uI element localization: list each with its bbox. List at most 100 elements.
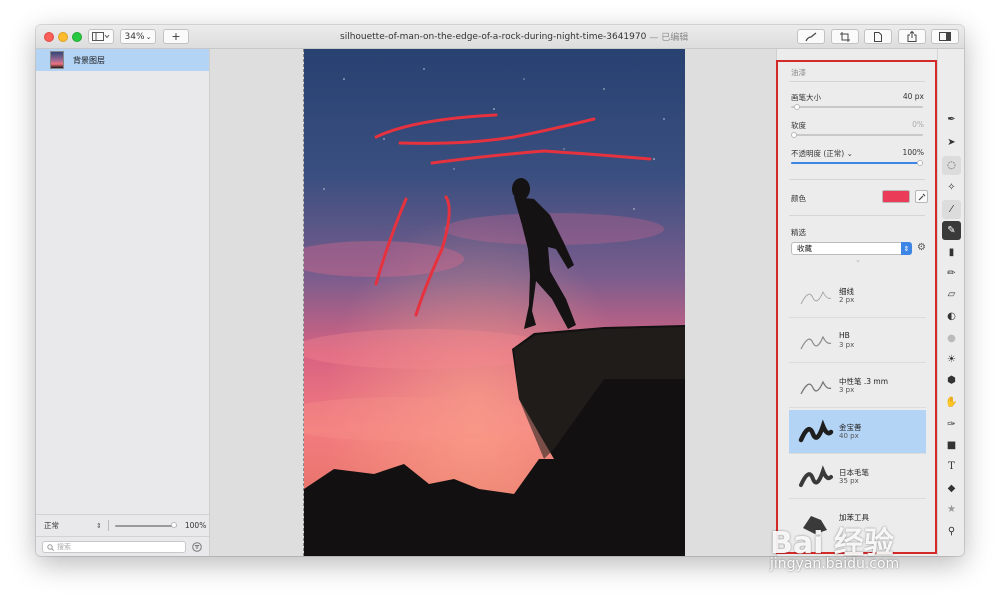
inspector-panel-icon [939, 32, 951, 41]
softness-label: 软度 [791, 121, 806, 130]
tools-bar: ✒ ➤ ◌ ✧ ⁄ ✎ ▮ ✏ ▱ ◐ ● ☀ ⬢ ✋ ✑ ■ T ◆ ★ ⚲ [937, 49, 964, 556]
zoom-level-value: 34% [124, 31, 145, 42]
edited-status: — 已编辑 [649, 33, 689, 43]
layer-opacity-slider[interactable] [114, 521, 177, 530]
brush-size-value[interactable]: 40 px [903, 92, 924, 101]
document-icon [874, 31, 882, 42]
color-label: 颜色 [791, 194, 806, 203]
eyedropper-icon [918, 193, 925, 200]
presets-select-value: 收藏 [797, 244, 812, 253]
paint-brush-icon[interactable]: ✎ [942, 221, 961, 240]
brush-size: 35 px [839, 477, 859, 485]
slider-knob[interactable] [793, 104, 800, 110]
lasso-select-icon[interactable]: ◌ [942, 156, 961, 175]
brush-preview-icon [800, 335, 832, 350]
rectangle-shape-icon[interactable]: ■ [942, 436, 961, 455]
opacity-value[interactable]: 100% [903, 148, 924, 157]
gear-icon[interactable]: ⚙ [917, 242, 926, 253]
layer-search-input[interactable]: 搜索 [42, 541, 186, 553]
hexagon-shape-icon[interactable]: ⬢ [942, 371, 961, 390]
pointer-icon[interactable]: ➤ [942, 133, 961, 152]
brush-size: 2 px [839, 296, 855, 304]
brush-size: 3 px [839, 341, 855, 349]
brush-item[interactable]: HB 3 px [789, 319, 926, 363]
shapes-icon[interactable]: ◆ [942, 479, 961, 498]
star-icon[interactable]: ★ [942, 500, 961, 519]
vector-pen-icon[interactable]: ✑ [942, 415, 961, 434]
eraser-icon[interactable]: ▱ [942, 285, 961, 304]
search-placeholder: 搜索 [57, 543, 71, 551]
brush-size-slider[interactable] [791, 104, 923, 110]
divider [789, 81, 925, 82]
clone-stamp-icon[interactable]: ◐ [942, 307, 961, 326]
document-name: silhouette-of-man-on-the-edge-of-a-rock-… [340, 31, 647, 42]
document-button[interactable] [864, 29, 892, 44]
slider-fill [791, 162, 923, 164]
softness-value[interactable]: 0% [912, 120, 924, 129]
paint-bucket-icon[interactable]: ▮ [942, 243, 961, 262]
opacity-slider[interactable] [791, 160, 923, 166]
stepper-arrows-icon[interactable]: ⇕ [96, 522, 102, 530]
layer-opacity-value: 100% [184, 521, 207, 530]
zoom-level-dropdown[interactable]: 34% ⌄ [120, 29, 156, 44]
brush-markup-icon [805, 32, 817, 41]
pen-nib-icon[interactable]: ✒ [942, 110, 961, 129]
app-window: 34% ⌄ + silhouette-of-man-on-the-edge-of… [36, 25, 964, 556]
pencil-icon[interactable]: ✏ [942, 264, 961, 283]
close-window-button[interactable] [44, 32, 54, 42]
divider [789, 179, 925, 180]
slider-track [114, 524, 177, 527]
blend-mode-select[interactable]: 正常 [44, 520, 94, 531]
magic-wand-icon[interactable]: ✧ [942, 178, 961, 197]
burn-hand-icon[interactable]: ✋ [942, 393, 961, 412]
brush-item[interactable]: 加苯工具 [789, 500, 926, 544]
slider-knob[interactable] [917, 160, 923, 166]
presets-label: 精选 [791, 228, 806, 237]
brush-preview-icon [800, 291, 832, 305]
eyedropper-icon[interactable]: ⁄ [942, 200, 961, 219]
zoom-window-button[interactable] [72, 32, 82, 42]
minimize-window-button[interactable] [58, 32, 68, 42]
add-button[interactable]: + [163, 29, 189, 44]
inspector-toggle-button[interactable] [931, 29, 959, 44]
presets-select[interactable]: 收藏 ⇕ [791, 242, 912, 255]
brush-item-selected[interactable]: 金宝善 40 px [789, 410, 926, 454]
layer-row-background[interactable]: 背景图层 [36, 49, 209, 71]
sun-brightness-icon[interactable]: ☀ [942, 350, 961, 369]
layer-name: 背景图层 [73, 55, 105, 65]
color-swatch[interactable] [882, 190, 910, 203]
brush-name: HB [839, 331, 850, 340]
inspector-panel: 油漆 画笔大小 40 px 软度 0% 不透明度 (正常) ⌄ 100% 颜色 … [776, 49, 937, 556]
brush-size: 40 px [839, 432, 859, 440]
share-button[interactable] [898, 29, 926, 44]
night-sky-photo [264, 49, 685, 556]
window-title: silhouette-of-man-on-the-edge-of-a-rock-… [336, 30, 688, 44]
softness-slider[interactable] [791, 132, 923, 138]
slider-knob[interactable] [170, 521, 177, 528]
layers-sidebar: 背景图层 正常 ⇕ 100% 搜索 [36, 49, 210, 556]
blur-icon[interactable]: ● [942, 329, 961, 348]
crop-button[interactable] [831, 29, 859, 44]
text-icon[interactable]: T [942, 457, 961, 476]
opacity-mode-dropdown[interactable]: 不透明度 (正常) ⌄ [791, 148, 853, 159]
layer-thumbnail [50, 51, 64, 69]
slider-knob[interactable] [791, 132, 797, 138]
canvas-image[interactable] [264, 49, 685, 556]
canvas-area[interactable] [210, 49, 776, 556]
brush-item[interactable]: 日本毛笔 35 px [789, 455, 926, 499]
divider [107, 520, 109, 531]
filter-icon[interactable] [192, 542, 202, 552]
brush-size: 3 px [839, 386, 855, 394]
zoom-magnifier-icon[interactable]: ⚲ [942, 522, 961, 541]
watermark-url: jingyan.baidu.com [770, 556, 900, 572]
markup-button[interactable] [797, 29, 825, 44]
select-arrows-icon: ⇕ [901, 242, 912, 255]
eyedropper-button[interactable] [915, 190, 928, 203]
sidebar-icon [92, 32, 110, 41]
drag-handle-icon[interactable]: ⌄ [855, 256, 861, 264]
brush-item[interactable]: 细线 2 px [789, 274, 926, 318]
sidebar-toggle-button[interactable] [88, 29, 114, 44]
title-bar: 34% ⌄ + silhouette-of-man-on-the-edge-of… [36, 25, 964, 49]
brush-item[interactable]: 中性笔 .3 mm 3 px [789, 364, 926, 408]
chevron-down-icon: ⌄ [145, 32, 152, 41]
